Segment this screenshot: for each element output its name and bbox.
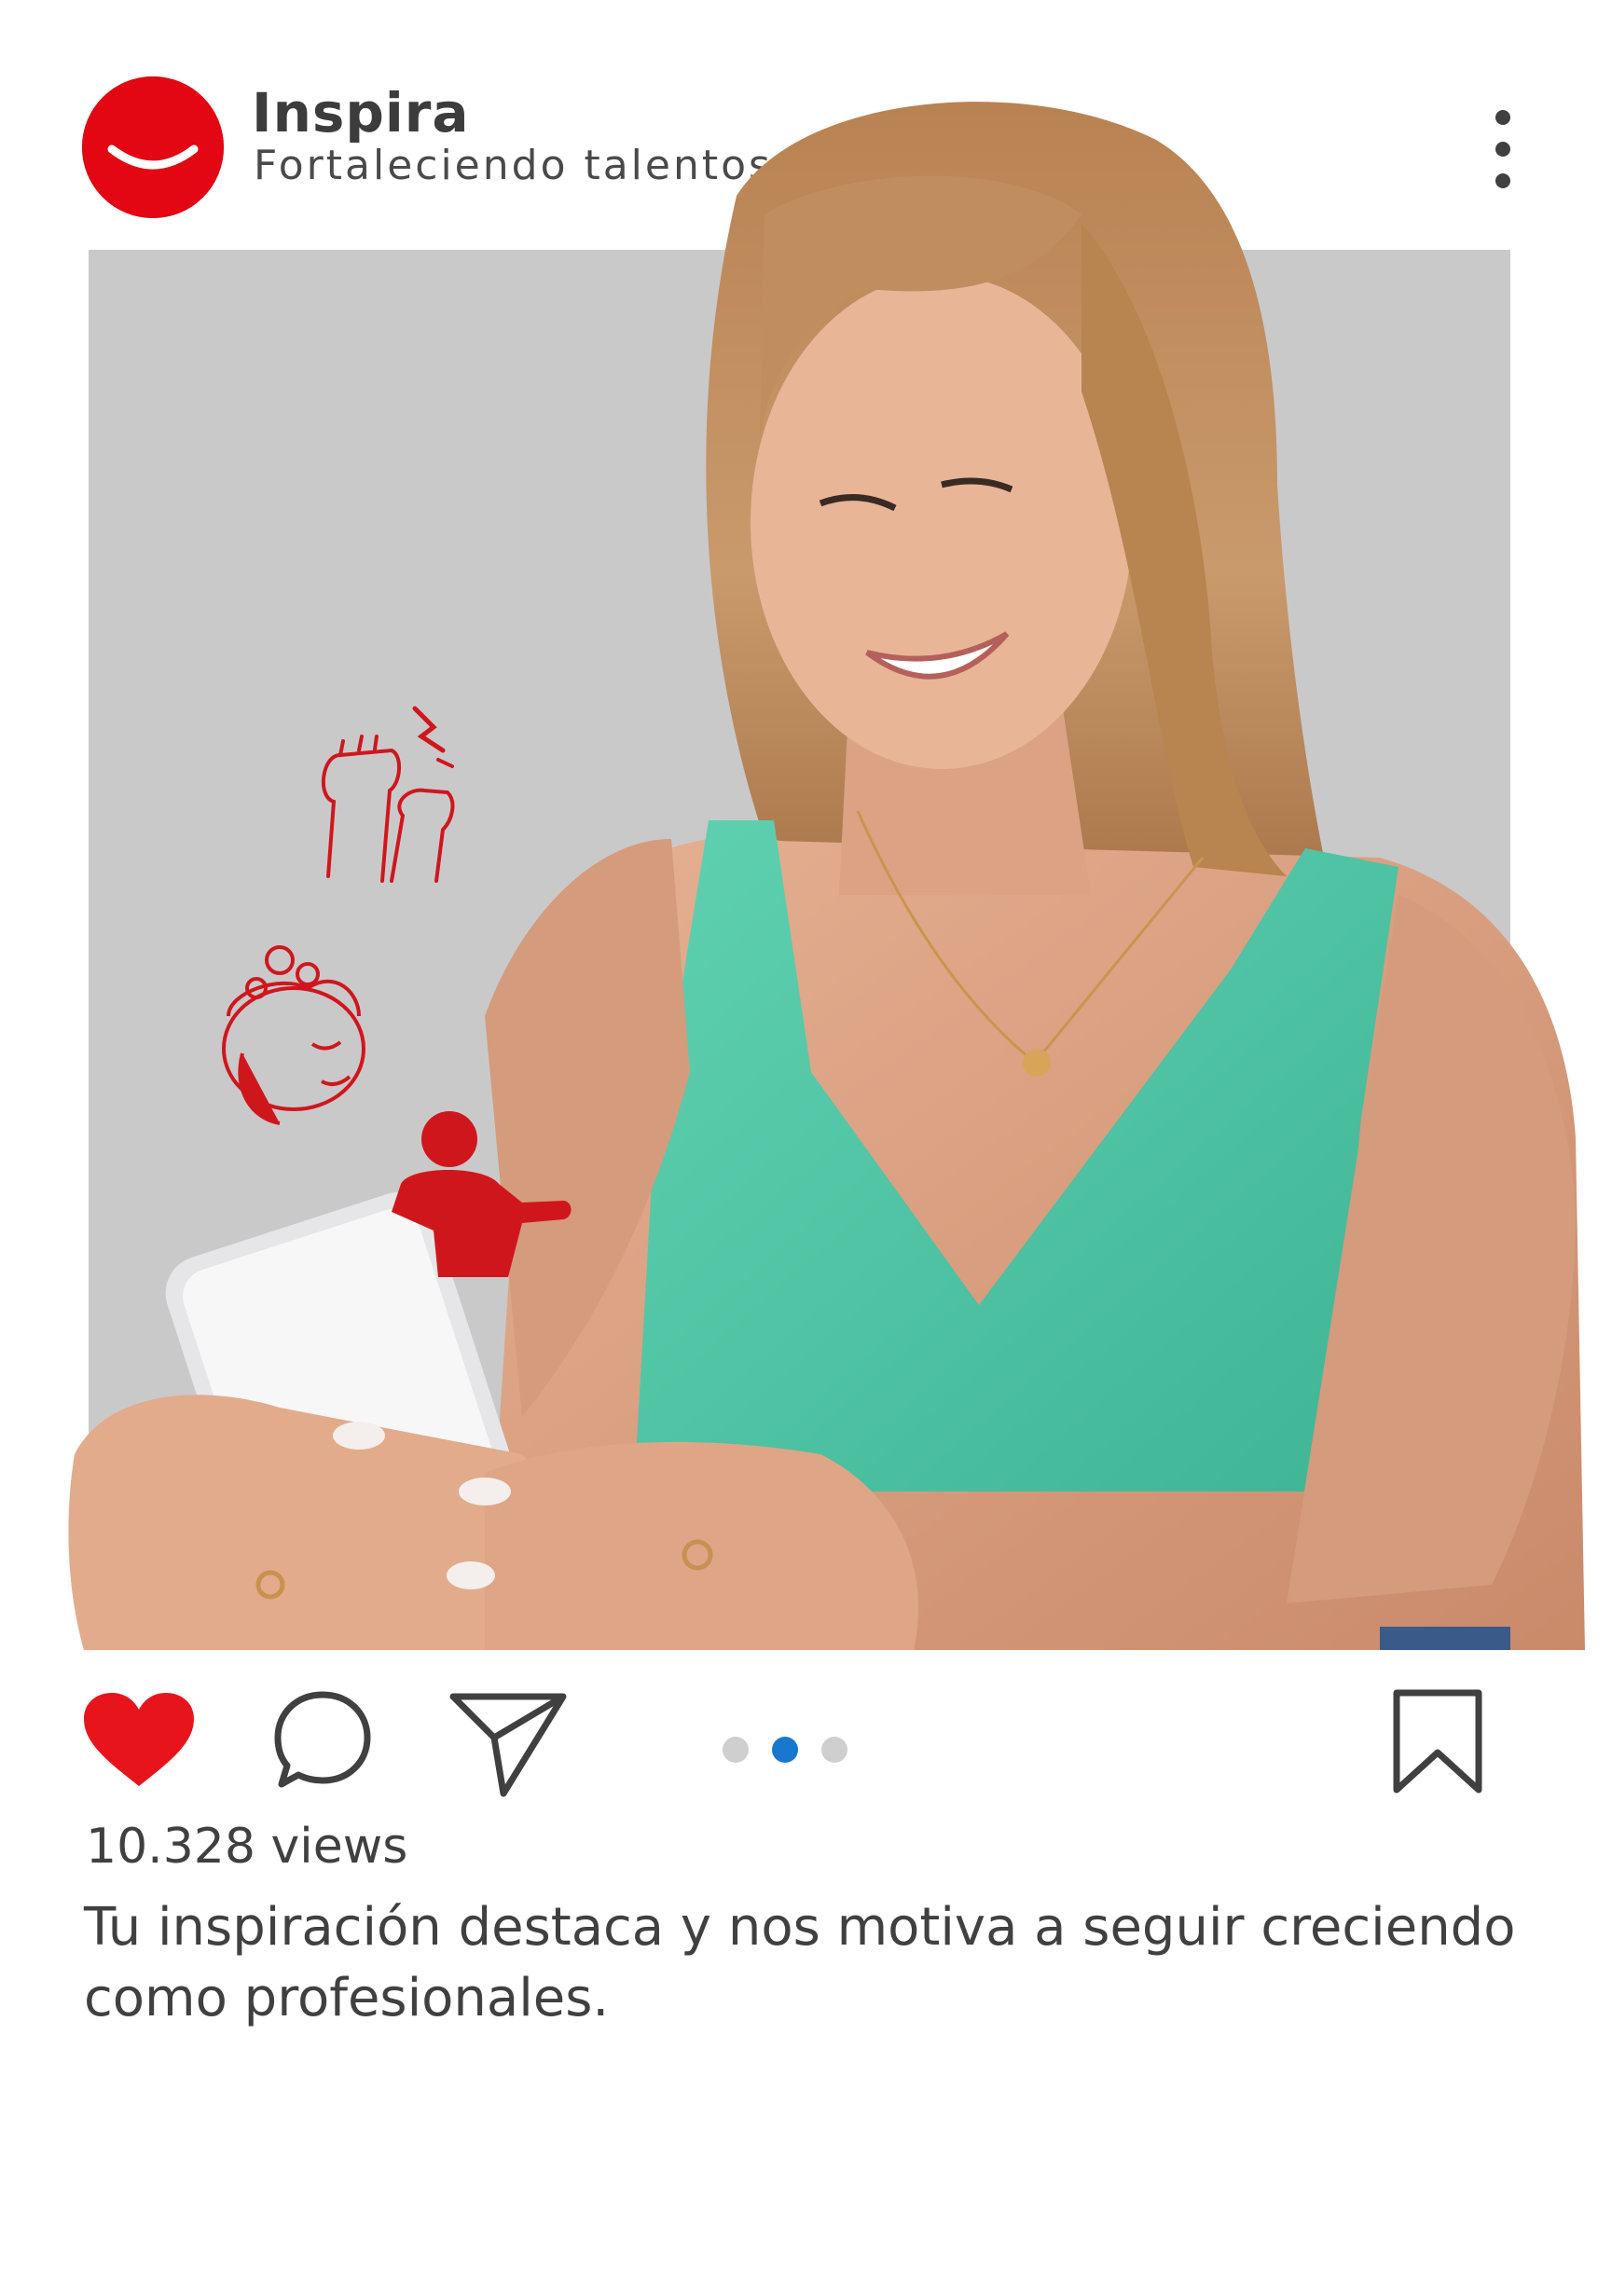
view-count: 10.328 views	[86, 1819, 408, 1875]
carousel-dot[interactable]	[821, 1737, 847, 1763]
carousel-dot-active[interactable]	[772, 1737, 798, 1763]
more-dot-icon	[1495, 110, 1510, 125]
account-avatar[interactable]	[82, 76, 224, 218]
share-send-button[interactable]	[448, 1689, 569, 1799]
comment-bubble-button[interactable]	[270, 1687, 375, 1792]
post-image[interactable]	[89, 250, 1510, 1650]
account-tagline: Fortaleciendo talentos	[254, 142, 773, 189]
save-bookmark-button[interactable]	[1389, 1685, 1486, 1797]
more-options-button[interactable]	[1482, 110, 1523, 188]
more-dot-icon	[1495, 142, 1510, 157]
smile-logo-icon	[82, 76, 224, 218]
post-caption: Tu inspiración destaca y nos motiva a se…	[84, 1897, 1516, 2028]
like-heart-button[interactable]	[80, 1689, 198, 1792]
more-dot-icon	[1495, 173, 1510, 188]
carousel-indicator	[723, 1737, 847, 1763]
account-name[interactable]: Inspira	[252, 86, 470, 140]
carousel-dot[interactable]	[723, 1737, 749, 1763]
